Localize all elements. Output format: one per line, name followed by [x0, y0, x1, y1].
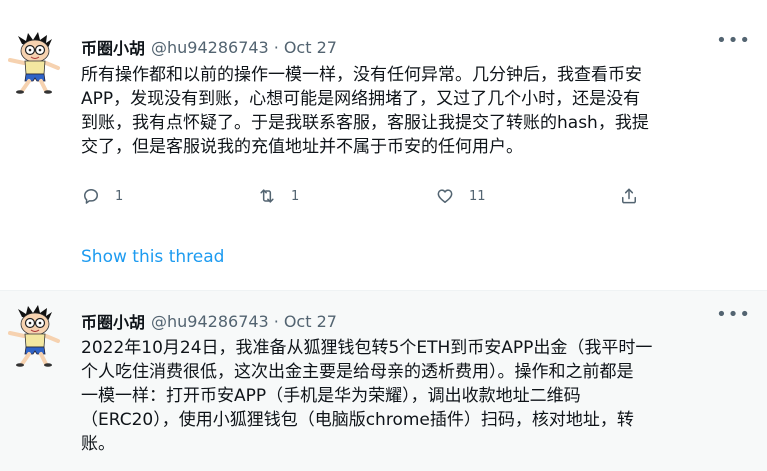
- avatar[interactable]: [4, 303, 64, 367]
- retweet-count: 1: [291, 188, 300, 204]
- tweet-text-line: 一模一样：打开币安APP（手机是华为荣耀），调出收款地址二维码: [81, 386, 581, 406]
- retweet-button[interactable]: 1: [257, 186, 299, 206]
- tweet-text-line: 交了，但是客服说我的充值地址并不属于币安的任何用户。: [81, 137, 523, 157]
- tweet-text-line: 2022年10月24日，我准备从狐狸钱包转5个ETH到币安APP出金（我平时一: [81, 338, 653, 358]
- separator-dot: ·: [273, 311, 279, 331]
- tweet-timestamp[interactable]: Oct 27: [284, 38, 337, 57]
- tweet-text-line: 所有操作都和以前的操作一模一样，没有任何异常。几分钟后，我查看币安: [81, 65, 642, 85]
- more-options-icon[interactable]: •••: [716, 304, 751, 325]
- tweet-text-line: 账。: [81, 434, 115, 454]
- tweet-text-line: APP，发现没有到账，心想可能是网络拥堵了，又过了几个小时，还是没有: [81, 89, 641, 109]
- tweet-text-line: （ERC20），使用小狐狸钱包（电脑版chrome插件）扫码，核对地址，转: [81, 410, 634, 430]
- share-button[interactable]: [619, 186, 639, 206]
- author-name[interactable]: 币圈小胡: [81, 309, 145, 333]
- cartoon-boy-avatar-icon: [8, 305, 60, 367]
- share-upload-icon: [622, 188, 636, 204]
- tweet-text-line: 个人吃住消费很低，这次出金主要是给母亲的透析费用）。操作和之前都是: [81, 362, 634, 382]
- retweet-arrows-icon: [260, 189, 274, 203]
- author-handle[interactable]: @hu94286743: [151, 38, 269, 57]
- separator-dot: ·: [273, 37, 279, 57]
- tweet-1[interactable]: 币圈小胡 @hu94286743 · Oct 27 ••• 所有操作都和以前的操…: [0, 0, 767, 290]
- tweet-actions: 1 1 11: [81, 186, 651, 210]
- tweet-header: 币圈小胡 @hu94286743 · Oct 27 •••: [81, 30, 751, 59]
- tweet-text-line: 到账，我有点怀疑了。于是我联系客服，客服让我提交了转账的hash，我提: [81, 113, 649, 133]
- heart-icon: [437, 189, 453, 203]
- reply-count: 1: [115, 188, 124, 204]
- author-name[interactable]: 币圈小胡: [81, 35, 145, 59]
- show-thread-link[interactable]: Show this thread: [81, 247, 224, 267]
- tweet-text: 所有操作都和以前的操作一模一样，没有任何异常。几分钟后，我查看币安 APP，发现…: [81, 63, 745, 159]
- reply-button[interactable]: 1: [81, 186, 123, 206]
- like-button[interactable]: 11: [435, 186, 486, 206]
- tweet-header: 币圈小胡 @hu94286743 · Oct 27 •••: [81, 304, 751, 333]
- cartoon-boy-avatar-icon: [8, 32, 60, 94]
- avatar[interactable]: [4, 30, 64, 94]
- more-options-icon[interactable]: •••: [716, 30, 751, 51]
- tweet-2[interactable]: 币圈小胡 @hu94286743 · Oct 27 ••• 2022年10月24…: [0, 290, 767, 471]
- author-handle[interactable]: @hu94286743: [151, 312, 269, 331]
- tweet-timestamp[interactable]: Oct 27: [284, 312, 337, 331]
- like-count: 11: [469, 188, 486, 204]
- tweet-text: 2022年10月24日，我准备从狐狸钱包转5个ETH到币安APP出金（我平时一 …: [81, 336, 745, 456]
- speech-bubble-icon: [84, 189, 98, 204]
